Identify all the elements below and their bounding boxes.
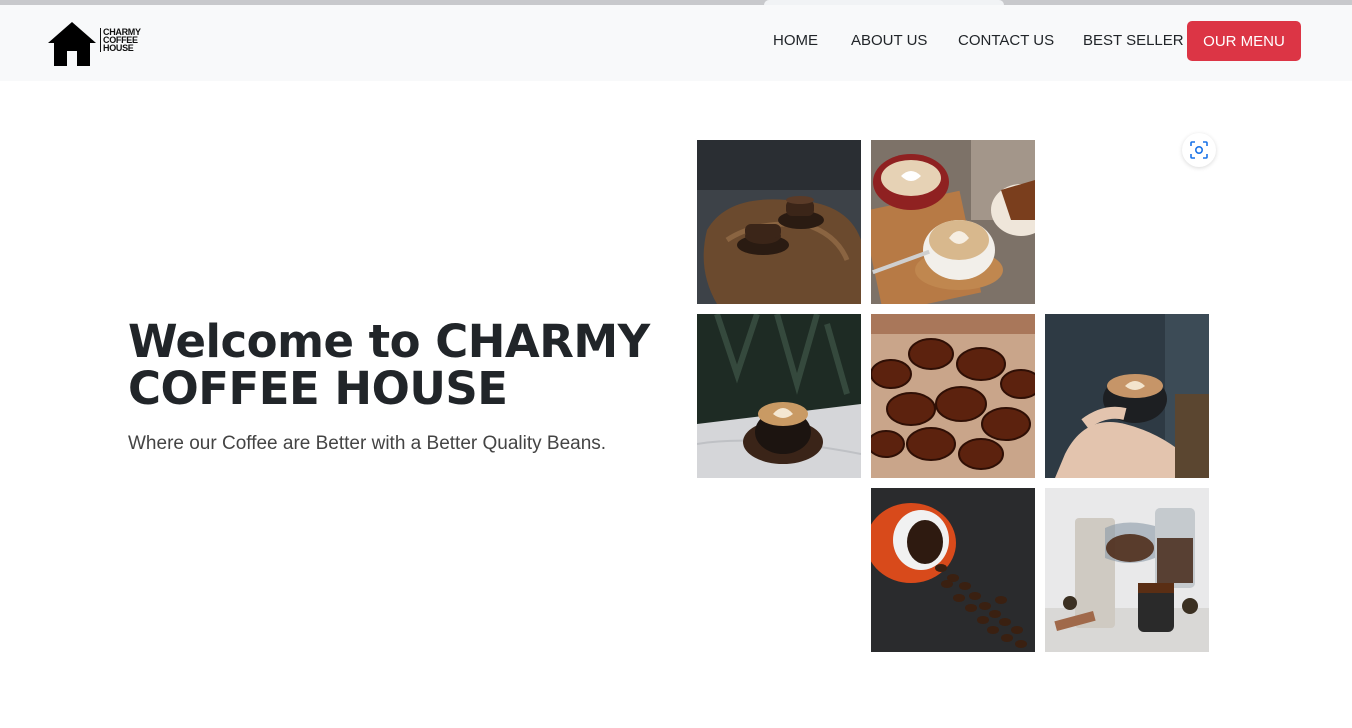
house-icon xyxy=(48,22,96,66)
coffee-table-cups-image xyxy=(697,140,861,304)
french-press-pour-image xyxy=(1045,488,1209,652)
nav-best-seller-link[interactable]: BEST SELLER xyxy=(1083,32,1184,49)
hero-title: Welcome to CHARMY COFFEE HOUSE xyxy=(128,315,650,415)
brand-logo[interactable]: CHARMY COFFEE HOUSE xyxy=(46,21,146,67)
nav-home-link[interactable]: HOME xyxy=(773,32,818,49)
visual-search-button[interactable] xyxy=(1182,133,1216,167)
coffee-beans-closeup-image xyxy=(871,314,1035,478)
latte-art-cups-image xyxy=(871,140,1035,304)
hero-subtitle: Where our Coffee are Better with a Bette… xyxy=(128,433,607,454)
nav-about-link[interactable]: ABOUT US xyxy=(851,32,927,49)
navbar: CHARMY COFFEE HOUSE HOME ABOUT US CONTAC… xyxy=(0,5,1352,81)
our-menu-button[interactable]: OUR MENU xyxy=(1187,21,1301,61)
nav-contact-link[interactable]: CONTACT US xyxy=(958,32,1054,49)
spilled-coffee-beans-image xyxy=(871,488,1035,652)
visual-search-icon xyxy=(1190,141,1208,159)
brand-wordmark: CHARMY COFFEE HOUSE xyxy=(100,28,147,53)
hands-holding-latte-image xyxy=(1045,314,1209,478)
latte-on-marble-image xyxy=(697,314,861,478)
